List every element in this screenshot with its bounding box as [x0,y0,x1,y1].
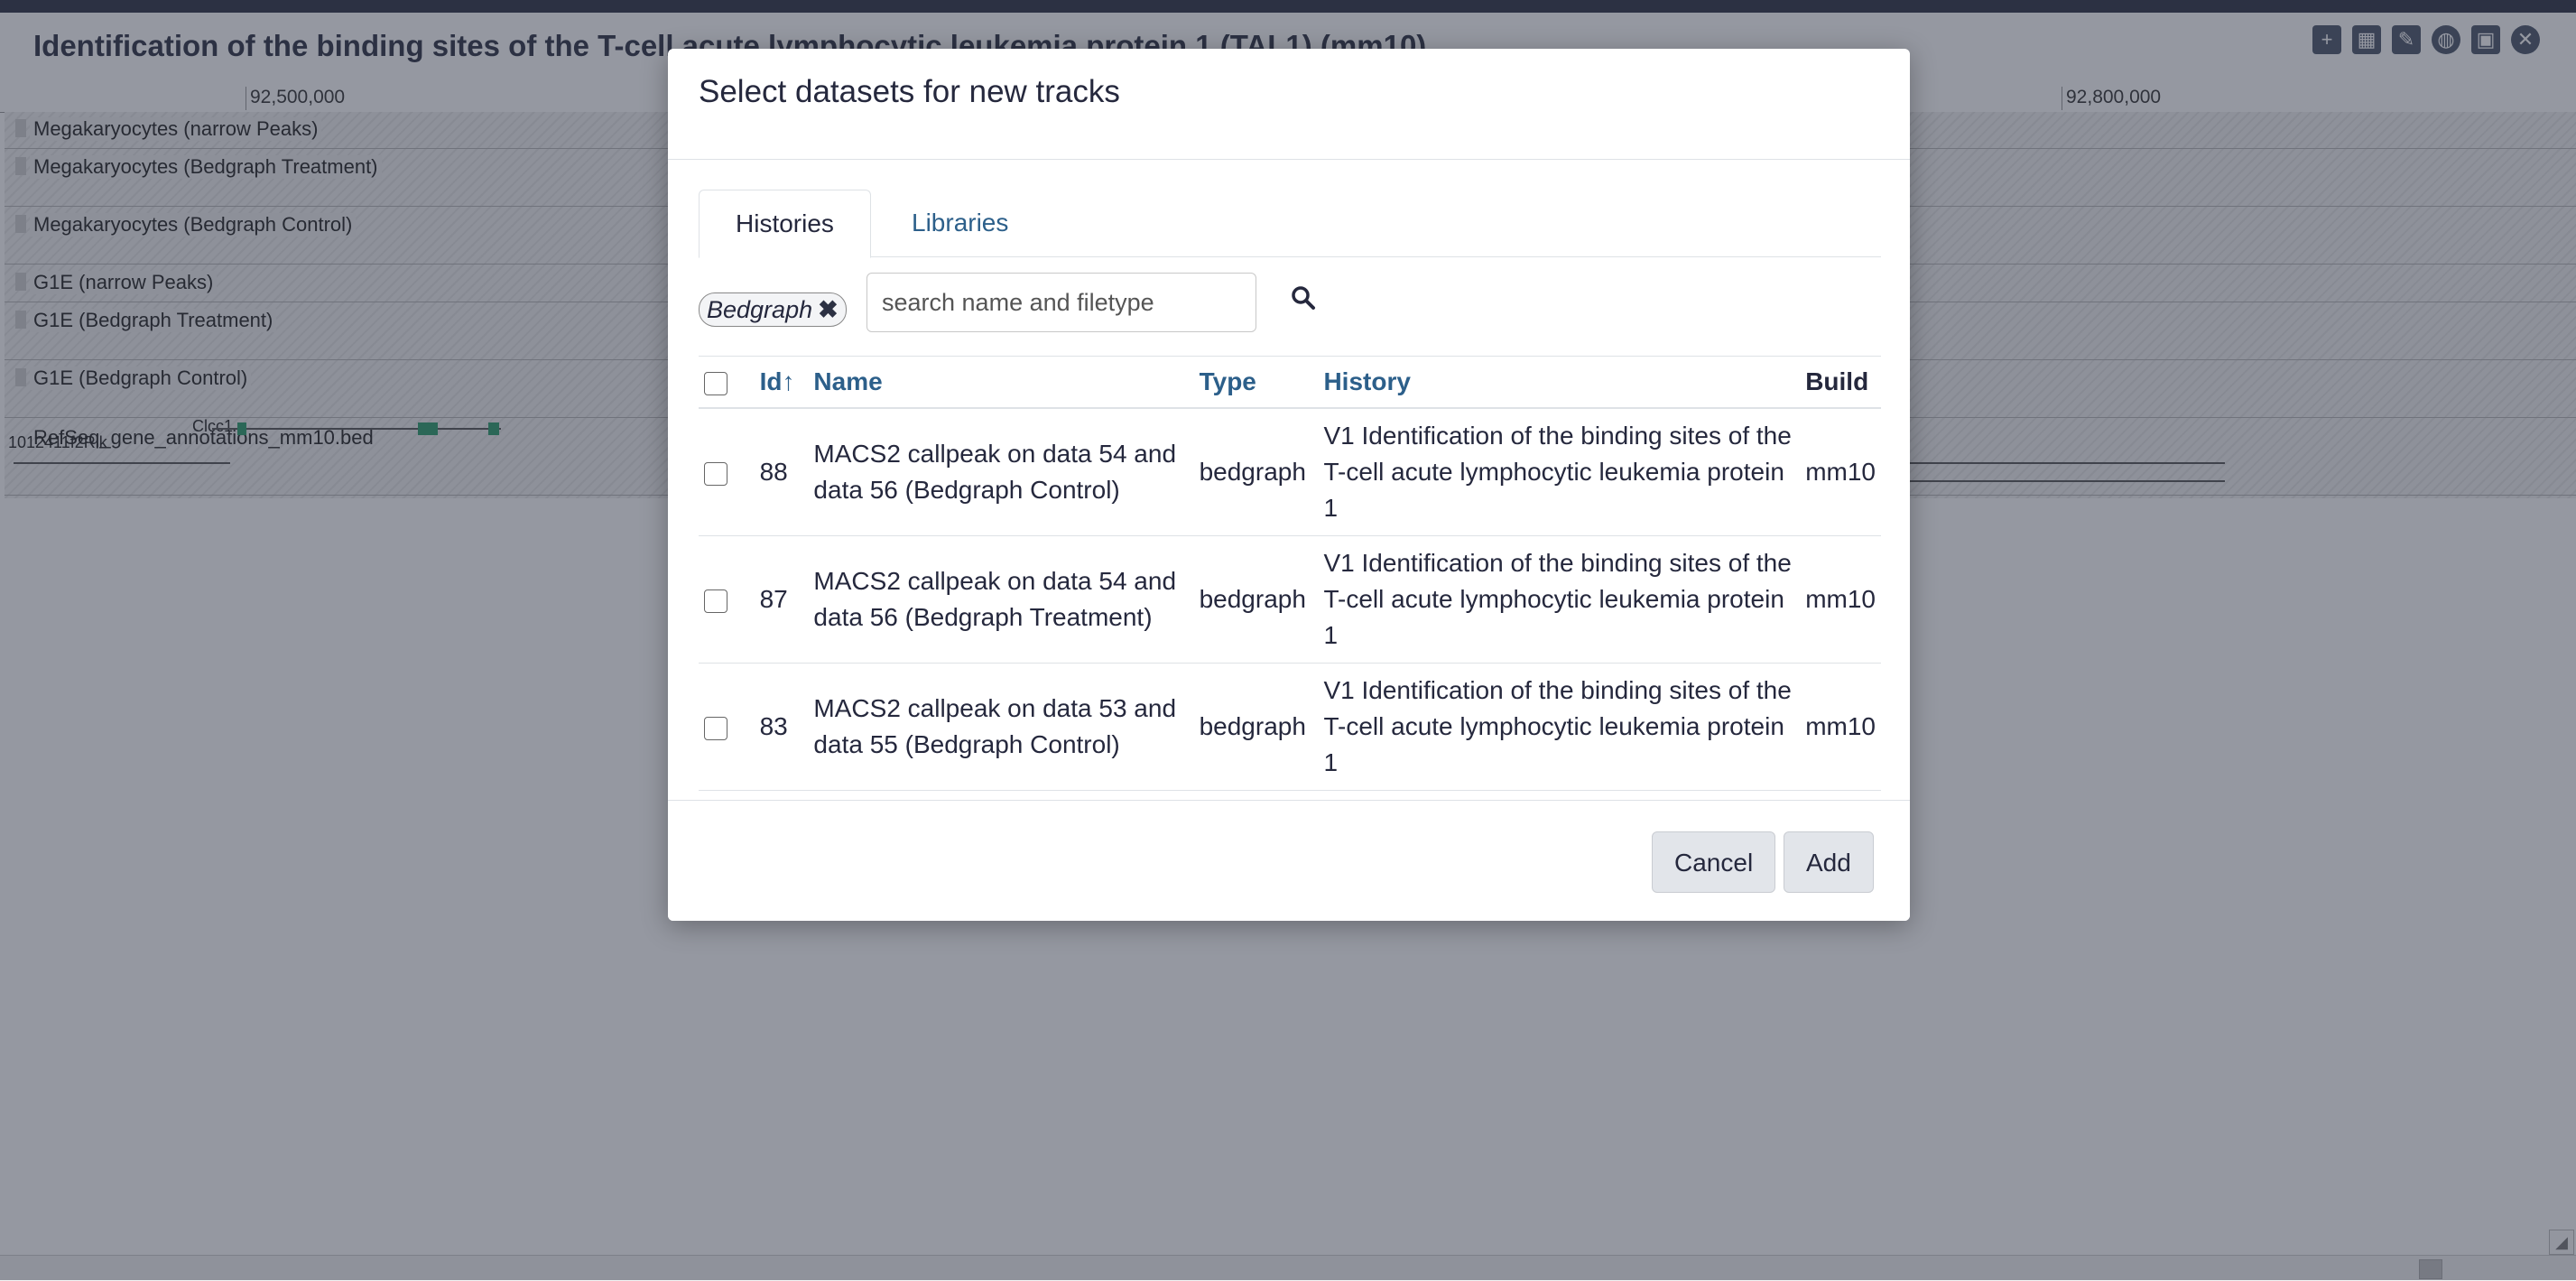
filter-chip-label: Bedgraph [707,296,813,323]
row-history: V1 Identification of the binding sites o… [1318,408,1801,536]
row-select-cell [699,663,755,791]
select-datasets-dialog: Select datasets for new tracks Histories… [668,49,1910,921]
search-icon[interactable] [1291,285,1316,311]
row-build: mm10 [1800,408,1881,536]
datasets-table: Id↑ Name Type History Build 88 MACS2 cal… [699,356,1881,791]
column-header-type[interactable]: Type [1193,356,1319,409]
row-history: V1 Identification of the binding sites o… [1318,535,1801,664]
table-row[interactable]: 83 MACS2 callpeak on data 53 and data 55… [699,663,1881,791]
modal-footer: Cancel Add [668,800,1910,921]
add-button[interactable]: Add [1784,831,1874,893]
row-checkbox[interactable] [704,716,727,740]
row-type: bedgraph [1193,535,1319,664]
row-checkbox[interactable] [704,589,727,613]
row-build: mm10 [1800,535,1881,664]
column-header-name[interactable]: Name [808,356,1194,409]
row-name: MACS2 callpeak on data 53 and data 55 (B… [808,663,1194,791]
filter-row: Bedgraph ✖ [699,273,1881,336]
table-row[interactable]: 87 MACS2 callpeak on data 54 and data 56… [699,535,1881,664]
modal-header: Select datasets for new tracks [668,49,1910,160]
row-select-cell [699,535,755,664]
row-id: 88 [754,408,809,536]
column-header-build: Build [1800,356,1881,409]
row-checkbox[interactable] [704,461,727,486]
select-all-cell [699,356,755,409]
column-header-history[interactable]: History [1318,356,1801,409]
row-type: bedgraph [1193,408,1319,536]
table-header-row: Id↑ Name Type History Build [699,356,1881,409]
cancel-button[interactable]: Cancel [1652,831,1776,893]
search-input[interactable] [866,273,1256,332]
modal-title: Select datasets for new tracks [699,74,1120,109]
row-history: V1 Identification of the binding sites o… [1318,663,1801,791]
row-select-cell [699,408,755,536]
row-id: 83 [754,663,809,791]
row-name: MACS2 callpeak on data 54 and data 56 (B… [808,535,1194,664]
filter-chip[interactable]: Bedgraph ✖ [699,292,847,327]
column-header-id[interactable]: Id↑ [754,356,809,409]
tab-histories[interactable]: Histories [699,190,871,258]
tab-libraries[interactable]: Libraries [876,190,1044,256]
table-row[interactable]: 88 MACS2 callpeak on data 54 and data 56… [699,408,1881,536]
row-build: mm10 [1800,663,1881,791]
row-name: MACS2 callpeak on data 54 and data 56 (B… [808,408,1194,536]
remove-filter-icon[interactable]: ✖ [818,296,839,323]
select-all-checkbox[interactable] [704,371,727,395]
row-type: bedgraph [1193,663,1319,791]
dataset-source-tabs: Histories Libraries [699,190,1881,258]
row-id: 87 [754,535,809,664]
datasets-table-container: Id↑ Name Type History Build 88 MACS2 cal… [699,356,1881,849]
